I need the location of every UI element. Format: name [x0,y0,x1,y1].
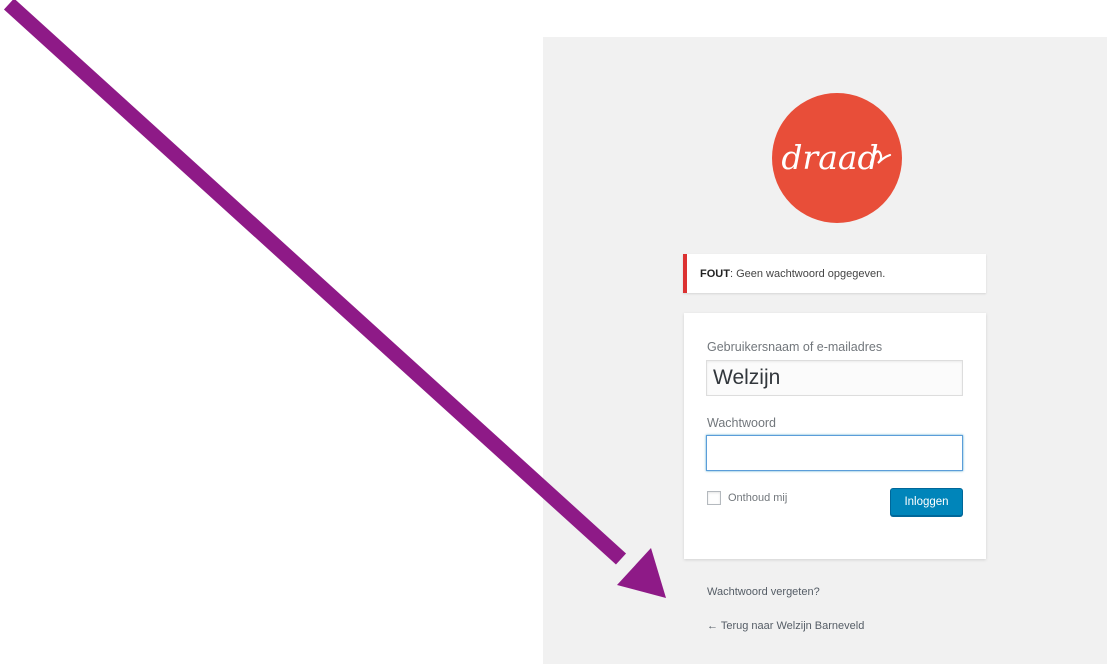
login-button[interactable]: Inloggen [890,488,963,516]
username-input[interactable] [706,360,963,396]
remember-me-checkbox[interactable] [707,491,721,505]
error-message: : Geen wachtwoord opgegeven. [729,267,886,280]
password-input[interactable] [706,435,963,471]
login-error-notice: FOUT: Geen wachtwoord opgegeven. [683,254,986,293]
logo-wordmark: draad [781,138,878,177]
lost-password-link[interactable]: Wachtwoord vergeten? [707,586,820,598]
draad-logo-icon: draad [781,138,892,177]
remember-me-label[interactable]: Onthoud mij [728,492,787,504]
error-text: FOUT: Geen wachtwoord opgegeven. [700,268,885,280]
arrow-shaft [3,0,627,565]
screenshot-stage: draad FOUT: Geen wachtwoord opgegeven. G… [0,0,1112,664]
username-label: Gebruikersnaam of e-mailadres [707,340,883,354]
error-prefix: FOUT [700,267,730,280]
site-logo[interactable]: draad [772,93,902,223]
password-label: Wachtwoord [707,416,777,430]
back-to-site-link[interactable]: ← Terug naar Welzijn Barneveld [707,620,864,632]
